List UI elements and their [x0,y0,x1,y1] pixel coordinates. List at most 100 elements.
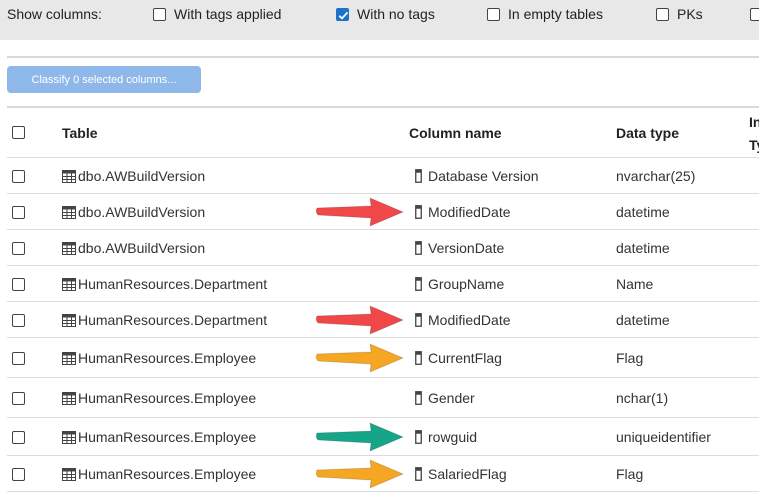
table-name-text: HumanResources.Employee [78,429,257,445]
column-icon [415,467,422,481]
with-tags-applied-label: With tags applied [174,6,282,22]
table-name-text: HumanResources.Employee [78,350,257,366]
table-row[interactable]: HumanResources.Employee rowguid uniqueid… [7,418,759,456]
header-column-name[interactable]: Column name [409,125,502,141]
header-table[interactable]: Table [62,125,98,141]
table-name-cell: HumanResources.Employee [62,349,256,367]
filter-pks[interactable]: PKs [656,5,703,23]
data-type-text: nvarchar(25) [616,168,696,184]
show-columns-label: Show columns: [7,6,102,22]
divider [7,56,759,58]
in-empty-tables-checkbox[interactable] [487,7,500,21]
table-name-cell: dbo.AWBuildVersion [62,239,205,257]
column-name-cell: SalariedFlag [415,465,507,483]
data-type-cell: datetime [616,203,670,221]
column-name-text: ModifiedDate [428,312,511,328]
column-icon [415,351,422,365]
filter-with-no-tags[interactable]: With no tags [336,5,435,23]
table-row[interactable]: HumanResources.Department ModifiedDate d… [7,302,759,338]
data-type-text: nchar(1) [616,390,669,406]
column-name-text: rowguid [428,429,478,445]
table-row[interactable]: HumanResources.Employee Gender nchar(1) [7,378,759,418]
column-icon [415,241,422,255]
table-row[interactable]: dbo.AWBuildVersion VersionDate datetime [7,230,759,266]
partial-option-checkbox[interactable] [750,7,759,21]
table-name-text: HumanResources.Employee [78,390,257,406]
header-extra-line1[interactable]: In [749,114,759,130]
select-all-checkbox[interactable] [12,126,25,139]
row-select-checkbox[interactable] [12,468,25,481]
column-icon [415,205,422,219]
table-grid-icon [62,277,76,291]
data-type-cell: Name [616,275,653,293]
table-name-cell: dbo.AWBuildVersion [62,167,205,185]
with-tags-applied-checkbox[interactable] [153,7,166,21]
arrow-right-icon [315,343,405,373]
table-name-cell: HumanResources.Employee [62,465,256,483]
table-grid-icon [62,241,76,255]
data-type-cell: uniqueidentifier [616,428,711,446]
row-select-checkbox[interactable] [12,206,25,219]
header-data-type[interactable]: Data type [616,125,679,141]
column-name-cell: VersionDate [415,239,504,257]
table-grid-icon [62,169,76,183]
classify-selected-columns-button[interactable]: Classify 0 selected columns... [7,66,201,93]
column-name-cell: rowguid [415,428,477,446]
filter-option-partial[interactable] [750,5,759,23]
filter-in-empty-tables[interactable]: In empty tables [487,5,603,23]
data-type-text: datetime [616,312,670,328]
data-type-cell: nvarchar(25) [616,167,695,185]
column-name-text: Database Version [428,168,539,184]
divider [7,106,759,108]
arrow-right-icon [315,305,405,335]
column-name-text: SalariedFlag [428,466,507,482]
table-row[interactable]: dbo.AWBuildVersion Database Version nvar… [7,158,759,194]
table-row[interactable]: dbo.AWBuildVersion ModifiedDate datetime [7,194,759,230]
row-select-checkbox[interactable] [12,352,25,365]
row-select-checkbox[interactable] [12,431,25,444]
data-type-cell: Flag [616,349,643,367]
checkmark-icon [338,11,349,20]
table-grid-icon [62,313,76,327]
row-select-checkbox[interactable] [12,392,25,405]
column-name-text: VersionDate [428,240,505,256]
table-name-text: HumanResources.Department [78,312,268,328]
table-name-cell: HumanResources.Department [62,311,267,329]
column-icon [415,313,422,327]
column-icon [415,430,422,444]
table-row[interactable]: HumanResources.Department GroupName Name [7,266,759,302]
table-grid-icon [62,391,76,405]
table-grid-icon [62,430,76,444]
row-select-checkbox[interactable] [12,170,25,183]
table-name-cell: HumanResources.Employee [62,389,256,407]
arrow-right-icon [315,197,405,227]
data-type-cell: datetime [616,239,670,257]
table-grid-icon [62,467,76,481]
arrow-right-icon [315,422,405,452]
with-no-tags-label: With no tags [357,6,435,22]
table-name-text: HumanResources.Employee [78,466,257,482]
with-no-tags-checkbox[interactable] [336,7,349,21]
pks-checkbox[interactable] [656,7,669,21]
row-select-checkbox[interactable] [12,278,25,291]
column-icon [415,169,422,183]
table-name-cell: HumanResources.Employee [62,428,256,446]
data-type-text: uniqueidentifier [616,429,711,445]
filter-with-tags-applied[interactable]: With tags applied [153,5,281,23]
data-type-cell: nchar(1) [616,389,668,407]
table-row[interactable]: HumanResources.Employee SalariedFlag Fla… [7,456,759,492]
table-name-cell: HumanResources.Department [62,275,267,293]
column-name-text: GroupName [428,276,505,292]
table-row[interactable]: HumanResources.Employee CurrentFlag Flag [7,338,759,378]
table-name-text: HumanResources.Department [78,276,268,292]
table-name-text: dbo.AWBuildVersion [78,168,206,184]
column-name-cell: ModifiedDate [415,311,511,329]
column-name-cell: Database Version [415,167,539,185]
pks-label: PKs [677,6,703,22]
column-name-cell: GroupName [415,275,504,293]
row-select-checkbox[interactable] [12,314,25,327]
row-select-checkbox[interactable] [12,242,25,255]
column-icon [415,277,422,291]
in-empty-tables-label: In empty tables [508,6,603,22]
table-name-text: dbo.AWBuildVersion [78,204,206,220]
